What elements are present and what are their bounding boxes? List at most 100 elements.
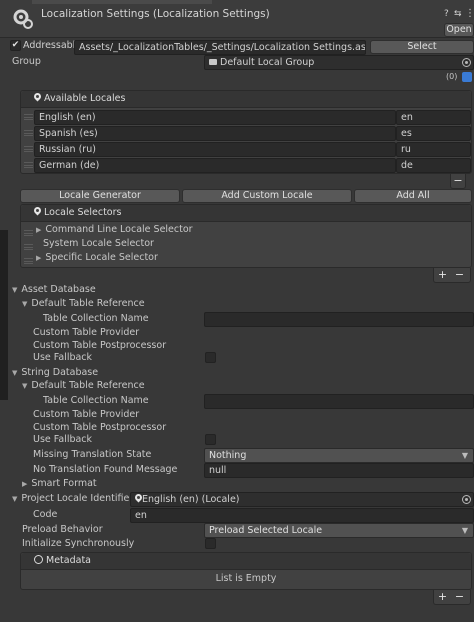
minus-button[interactable]: − xyxy=(451,174,465,187)
drag-handle[interactable] xyxy=(24,244,33,250)
labels-tag-icon[interactable] xyxy=(462,72,472,82)
foldout-arrow-icon[interactable]: ▶ xyxy=(36,226,41,234)
selector-command-line[interactable]: ▶ Command Line Locale Selector xyxy=(36,223,193,237)
preload-behavior-value: Preload Selected Locale xyxy=(209,525,323,536)
locale-code-field[interactable]: en xyxy=(396,110,471,125)
add-custom-locale-button[interactable]: Add Custom Locale xyxy=(182,189,352,203)
open-button[interactable]: Open xyxy=(444,23,474,37)
string-database-foldout[interactable]: ▼ String Database xyxy=(12,366,98,380)
asset-table-collection-field[interactable] xyxy=(204,312,474,327)
drag-handle[interactable] xyxy=(24,258,33,264)
drag-handle[interactable] xyxy=(24,162,33,168)
preload-behavior-dropdown[interactable]: Preload Selected Locale ▼ xyxy=(204,523,474,538)
smart-format-foldout[interactable]: ▶ Smart Format xyxy=(22,477,97,491)
asset-table-collection-label: Table Collection Name xyxy=(43,313,149,324)
header-top-strip xyxy=(32,0,212,4)
selector-specific[interactable]: ▶ Specific Locale Selector xyxy=(36,251,158,265)
metadata-icon xyxy=(34,555,43,564)
labels-count: (0) xyxy=(446,72,458,81)
asset-database-foldout[interactable]: ▼ Asset Database xyxy=(12,283,96,297)
drag-handle[interactable] xyxy=(24,130,33,136)
plus-button[interactable]: + xyxy=(434,268,451,281)
string-table-collection-label: Table Collection Name xyxy=(43,395,149,406)
group-field[interactable]: Default Local Group xyxy=(204,55,474,70)
preset-icon[interactable]: ⇆ xyxy=(454,7,462,21)
group-label: Group xyxy=(12,56,41,67)
available-locales-panel: Available Locales English (en) en Spanis… xyxy=(20,90,472,174)
foldout-arrow-icon[interactable]: ▼ xyxy=(22,382,27,390)
foldout-arrow-icon[interactable]: ▶ xyxy=(36,254,41,262)
metadata-empty-text: List is Empty xyxy=(215,573,277,584)
locale-name-field[interactable]: German (de) xyxy=(34,158,396,173)
dropdown-arrow-icon: ▼ xyxy=(461,451,468,460)
selector-system[interactable]: System Locale Selector xyxy=(43,237,154,251)
project-locale-field[interactable]: English (en) (Locale) xyxy=(130,492,474,507)
metadata-title: Metadata xyxy=(34,554,91,568)
settings-asset-icon xyxy=(12,8,34,30)
drag-handle[interactable] xyxy=(24,146,33,152)
pin-icon xyxy=(34,207,41,216)
minus-button[interactable]: − xyxy=(451,268,468,281)
addressable-checkbox[interactable]: ✔ xyxy=(10,40,21,51)
foldout-arrow-icon[interactable]: ▼ xyxy=(22,300,27,308)
missing-translation-state-label: Missing Translation State xyxy=(33,449,152,460)
available-locales-title: Available Locales xyxy=(34,92,125,106)
minus-button[interactable]: − xyxy=(451,590,468,603)
project-locale-value: English (en) (Locale) xyxy=(142,494,240,505)
dropdown-arrow-icon: ▼ xyxy=(461,526,468,535)
locale-pin-icon xyxy=(135,494,140,503)
locale-selectors-panel: Locale Selectors ▶ Command Line Locale Se… xyxy=(20,204,472,268)
initialize-sync-label: Initialize Synchronously xyxy=(22,538,135,549)
no-translation-message-label: No Translation Found Message xyxy=(33,464,178,475)
locale-name-field[interactable]: Spanish (es) xyxy=(34,126,396,141)
locale-code-field[interactable]: es xyxy=(396,126,471,141)
group-picker-icon[interactable] xyxy=(462,58,471,67)
select-button[interactable]: Select xyxy=(370,40,474,54)
context-menu-icon[interactable]: ⋮ xyxy=(465,7,474,21)
foldout-arrow-icon[interactable]: ▼ xyxy=(12,286,17,294)
project-locale-picker-icon[interactable] xyxy=(462,495,471,504)
drag-handle[interactable] xyxy=(24,230,33,236)
drag-handle[interactable] xyxy=(24,114,33,120)
metadata-panel: Metadata List is Empty xyxy=(20,552,472,590)
string-use-fallback-checkbox[interactable] xyxy=(205,434,216,445)
locale-name-field[interactable]: Russian (ru) xyxy=(34,142,396,157)
asset-use-fallback-checkbox[interactable] xyxy=(205,352,216,363)
asset-use-fallback-label: Use Fallback xyxy=(33,352,93,363)
asset-custom-table-provider: Custom Table Provider xyxy=(33,327,140,338)
foldout-arrow-icon[interactable]: ▼ xyxy=(12,369,17,377)
metadata-add-remove: + − xyxy=(433,590,471,605)
preload-behavior-label: Preload Behavior xyxy=(22,524,103,535)
string-table-collection-field[interactable] xyxy=(204,394,474,409)
addressable-path-field[interactable]: Assets/_LocalizationTables/_Settings/Loc… xyxy=(74,40,366,55)
inspector-header: Localization Settings (Localization Sett… xyxy=(0,0,474,38)
locale-name-field[interactable]: English (en) xyxy=(34,110,396,125)
pin-icon xyxy=(34,93,41,102)
locale-selectors-title: Locale Selectors xyxy=(34,206,121,220)
addressable-label: Addressable xyxy=(23,40,82,51)
foldout-arrow-icon[interactable]: ▼ xyxy=(12,495,17,503)
missing-translation-state-dropdown[interactable]: Nothing ▼ xyxy=(204,448,474,463)
scene-edge-strip xyxy=(0,230,8,400)
plus-button[interactable]: + xyxy=(434,590,451,603)
string-default-table-reference[interactable]: ▼ Default Table Reference xyxy=(22,379,145,393)
no-translation-message-field[interactable]: null xyxy=(204,463,474,478)
foldout-arrow-icon[interactable]: ▶ xyxy=(22,480,27,488)
initialize-sync-checkbox[interactable] xyxy=(205,538,216,549)
group-value: Default Local Group xyxy=(220,57,315,68)
folder-icon xyxy=(209,59,217,65)
code-label: Code xyxy=(33,509,58,520)
string-custom-table-provider: Custom Table Provider xyxy=(33,409,140,420)
string-use-fallback-label: Use Fallback xyxy=(33,434,93,445)
available-locales-remove[interactable]: − xyxy=(450,174,466,189)
locale-code-field[interactable]: ru xyxy=(396,142,471,157)
code-field[interactable]: en xyxy=(130,508,474,523)
locale-generator-button[interactable]: Locale Generator xyxy=(20,189,180,203)
help-icon[interactable]: ? xyxy=(444,7,449,21)
asset-default-table-reference[interactable]: ▼ Default Table Reference xyxy=(22,297,145,311)
add-all-button[interactable]: Add All xyxy=(354,189,472,203)
locale-code-field[interactable]: de xyxy=(396,158,471,173)
locale-selectors-add-remove: + − xyxy=(433,268,471,283)
inspector-title: Localization Settings (Localization Sett… xyxy=(41,8,270,20)
project-locale-foldout[interactable]: ▼ Project Locale Identifier xyxy=(12,492,133,506)
